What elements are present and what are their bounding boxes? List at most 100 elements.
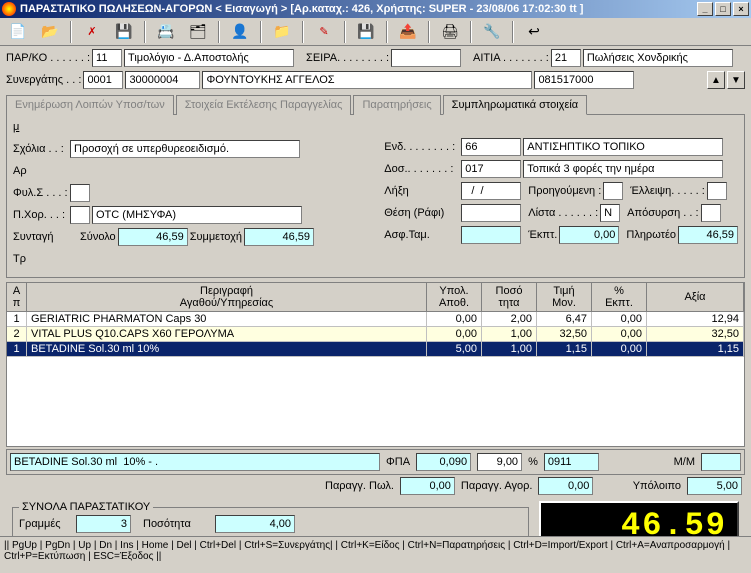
fpa-label: ΦΠΑ bbox=[386, 456, 410, 468]
new-icon[interactable]: 📄 bbox=[4, 20, 32, 44]
parko-label: ΠΑΡ/ΚΟ . . . . . . : bbox=[6, 52, 90, 64]
tab-sympl[interactable]: Συμπληρωματικά στοιχεία bbox=[443, 95, 588, 115]
end-label: Ενδ. . . . . . . . : bbox=[384, 141, 459, 153]
paragpol-input[interactable] bbox=[400, 477, 455, 495]
fyls-label: Φυλ.Σ . . . : bbox=[13, 187, 68, 199]
end-text-input[interactable] bbox=[523, 138, 723, 156]
pxor-code-input[interactable] bbox=[70, 206, 90, 224]
aitia-input[interactable] bbox=[551, 49, 581, 67]
dos-label: Δοσ.. . . . . . . : bbox=[384, 163, 459, 175]
ar-label: Αρ bbox=[13, 165, 27, 177]
dos-code-input[interactable] bbox=[461, 160, 521, 178]
detail-panel: μ Σχόλια . . : Αρ Φυλ.Σ . . . : Π.Χορ. .… bbox=[6, 115, 745, 278]
pxor-input[interactable] bbox=[92, 206, 302, 224]
grid-body[interactable]: 1GERIATRIC PHARMATON Caps 300,002,006,47… bbox=[7, 312, 744, 446]
maximize-button[interactable]: □ bbox=[715, 2, 731, 16]
asftam-input[interactable] bbox=[461, 226, 521, 244]
posotita-label: Ποσότητα bbox=[143, 518, 213, 530]
aitia-label: ΑΙΤΙΑ . . . . . . . : bbox=[473, 52, 549, 64]
save-icon[interactable]: 💾 bbox=[110, 20, 138, 44]
col-poso[interactable]: Ποσό τητα bbox=[482, 283, 537, 311]
export-icon[interactable]: 📤 bbox=[394, 20, 422, 44]
mm-input[interactable] bbox=[701, 453, 741, 471]
edit-icon[interactable]: ✎ bbox=[310, 20, 338, 44]
code-input[interactable] bbox=[544, 453, 599, 471]
aposyrsi-input[interactable] bbox=[701, 204, 721, 222]
symmetoxi-input[interactable] bbox=[244, 228, 314, 246]
delete-icon[interactable]: ✗ bbox=[78, 20, 106, 44]
fpa2-input[interactable] bbox=[477, 453, 522, 471]
synergatis-label: Συνεργάτης . . : bbox=[6, 74, 81, 86]
asftam-label: Ασφ.Ταμ. bbox=[384, 229, 459, 241]
table-row[interactable]: 1BETADINE Sol.30 ml 10%5,001,001,150,001… bbox=[7, 342, 744, 357]
tr-label: Τρ bbox=[13, 253, 26, 265]
parko-input[interactable] bbox=[92, 49, 122, 67]
items-grid: Α π Περιγραφή Αγαθού/Υπηρεσίας Υπολ. Απο… bbox=[6, 282, 745, 447]
lixi-input[interactable] bbox=[461, 182, 521, 200]
synolo-input[interactable] bbox=[118, 228, 188, 246]
titlebar: ΠΑΡΑΣΤΑΤΙΚΟ ΠΩΛΗΣΕΩΝ-ΑΓΟΡΩΝ < Εισαγωγή >… bbox=[0, 0, 751, 18]
pxor-label: Π.Χορ. . . : bbox=[13, 209, 68, 221]
tab-paraggelias[interactable]: Στοιχεία Εκτέλεσης Παραγγελίας bbox=[176, 95, 352, 115]
toolbar: 📄 📂 ✗ 💾 📇 🗂 👤 📁 ✎ 💾 📤 🖨 🔧 ↩ bbox=[0, 18, 751, 46]
window-title: ΠΑΡΑΣΤΑΤΙΚΟ ΠΩΛΗΣΕΩΝ-ΑΓΟΡΩΝ < Εισαγωγή >… bbox=[20, 3, 697, 15]
ekpt-input[interactable] bbox=[559, 226, 619, 244]
col-timi[interactable]: Τιμή Μον. bbox=[537, 283, 592, 311]
proig-input[interactable] bbox=[603, 182, 623, 200]
thesi-input[interactable] bbox=[461, 204, 521, 222]
timologio-input[interactable] bbox=[124, 49, 294, 67]
fpa1-input[interactable] bbox=[416, 453, 471, 471]
ypoloipo-input[interactable] bbox=[687, 477, 742, 495]
paragpol-label: Παραγγ. Πωλ. bbox=[325, 480, 394, 492]
lista-input[interactable] bbox=[600, 204, 620, 222]
tab-paratiriseis[interactable]: Παρατηρήσεις bbox=[353, 95, 440, 115]
col-axia[interactable]: Αξία bbox=[647, 283, 744, 311]
stamp-icon[interactable]: 📇 bbox=[152, 20, 180, 44]
sxolia-input[interactable] bbox=[70, 140, 300, 158]
seira-input[interactable] bbox=[391, 49, 461, 67]
tool-icon[interactable]: 🔧 bbox=[478, 20, 506, 44]
paragagor-input[interactable] bbox=[538, 477, 593, 495]
table-row[interactable]: 1GERIATRIC PHARMATON Caps 300,002,006,47… bbox=[7, 312, 744, 327]
elleipsi-input[interactable] bbox=[707, 182, 727, 200]
pliroteo-input[interactable] bbox=[678, 226, 738, 244]
folder-icon[interactable]: 📁 bbox=[268, 20, 296, 44]
col-ypol[interactable]: Υπολ. Αποθ. bbox=[427, 283, 482, 311]
table-row[interactable]: 2VITAL PLUS Q10.CAPS X60 ΓΕΡΟΛΥΜΑ0,001,0… bbox=[7, 327, 744, 342]
end-code-input[interactable] bbox=[461, 138, 521, 156]
minimize-button[interactable]: _ bbox=[697, 2, 713, 16]
grammes-label: Γραμμές bbox=[19, 518, 74, 530]
syn-phone-input[interactable] bbox=[534, 71, 634, 89]
sxolia-label: Σχόλια . . : bbox=[13, 143, 68, 155]
syn-name-input[interactable] bbox=[202, 71, 532, 89]
pct-label: % bbox=[528, 456, 538, 468]
grammes-input[interactable] bbox=[76, 515, 131, 533]
tab-loipon[interactable]: Ενημέρωση Λοιπών Υποσ/των bbox=[6, 95, 174, 115]
col-ap[interactable]: Α π bbox=[7, 283, 27, 311]
elleipsi-label: Έλλειψη. . . . . : bbox=[630, 185, 705, 197]
calc-icon[interactable]: 🗂 bbox=[184, 20, 212, 44]
mm-label: Μ/Μ bbox=[674, 456, 695, 468]
proig-label: Προηγούμενη : bbox=[528, 185, 601, 197]
col-desc[interactable]: Περιγραφή Αγαθού/Υπηρεσίας bbox=[27, 283, 427, 311]
syn-code2-input[interactable] bbox=[125, 71, 200, 89]
close-button[interactable]: × bbox=[733, 2, 749, 16]
syn-code1-input[interactable] bbox=[83, 71, 123, 89]
symmetoxi-label: Συμμετοχή bbox=[190, 231, 242, 243]
selected-item-input[interactable] bbox=[10, 453, 380, 471]
tabs: Ενημέρωση Λοιπών Υποσ/των Στοιχεία Εκτέλ… bbox=[6, 94, 745, 115]
dos-text-input[interactable] bbox=[523, 160, 723, 178]
paragagor-label: Παραγγ. Αγορ. bbox=[461, 480, 533, 492]
disk-icon[interactable]: 💾 bbox=[352, 20, 380, 44]
open-icon[interactable]: 📂 bbox=[36, 20, 64, 44]
posotita-input[interactable] bbox=[215, 515, 295, 533]
nav-down-button[interactable]: ▼ bbox=[727, 71, 745, 89]
pliroteo-label: Πληρωτέο bbox=[626, 229, 676, 241]
exit-icon[interactable]: ↩ bbox=[520, 20, 548, 44]
col-pct[interactable]: % Εκπτ. bbox=[592, 283, 647, 311]
nav-up-button[interactable]: ▲ bbox=[707, 71, 725, 89]
user-icon[interactable]: 👤 bbox=[226, 20, 254, 44]
aitia-text-input[interactable] bbox=[583, 49, 733, 67]
fyls-input[interactable] bbox=[70, 184, 90, 202]
print-icon[interactable]: 🖨 bbox=[436, 20, 464, 44]
